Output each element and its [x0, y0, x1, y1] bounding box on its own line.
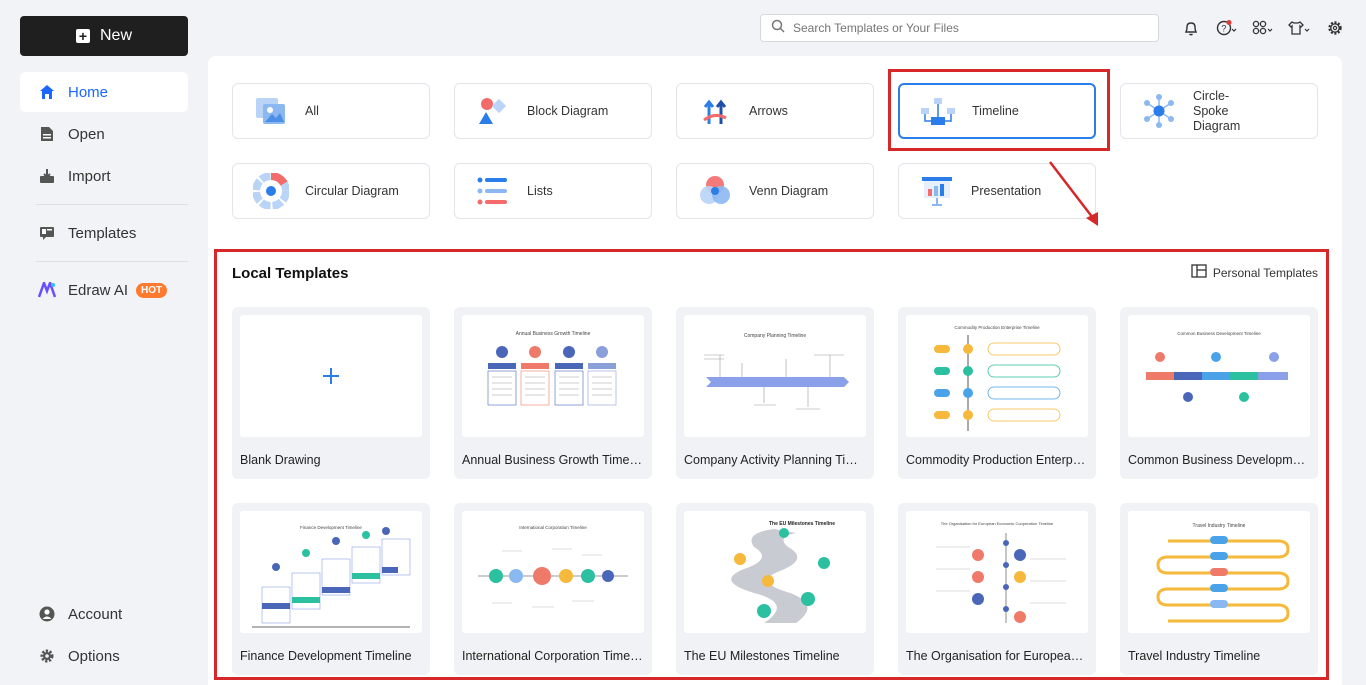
apps-icon[interactable]	[1252, 18, 1274, 38]
sidebar-item-label: Options	[68, 647, 120, 665]
search-input[interactable]	[793, 21, 1133, 35]
category-block-diagram[interactable]: Block Diagram	[454, 83, 652, 139]
svg-text:?: ?	[1221, 24, 1226, 34]
presentation-icon	[917, 171, 957, 211]
sidebar-item-options[interactable]: Options	[20, 636, 188, 676]
search-icon	[771, 19, 785, 38]
sidebar-item-label: Import	[68, 167, 111, 185]
sidebar-item-account[interactable]: Account	[20, 594, 188, 634]
category-label: Circular Diagram	[305, 183, 399, 198]
sidebar: + New Home Open Import Templates Edraw A…	[0, 0, 208, 685]
category-circle-spoke-diagram[interactable]: Circle-Spoke Diagram	[1120, 83, 1318, 139]
sidebar-item-label: Edraw AI	[68, 281, 129, 299]
annotation-arrow-icon	[1049, 161, 1098, 226]
category-label: Presentation	[971, 183, 1042, 198]
open-file-icon	[38, 125, 56, 143]
sidebar-item-label: Open	[68, 125, 105, 143]
plus-icon: +	[75, 29, 90, 43]
divider	[36, 204, 188, 205]
arrows-icon	[695, 91, 735, 131]
all-icon	[251, 91, 291, 131]
home-icon	[38, 83, 56, 101]
highlight-local-templates-box	[214, 249, 1329, 680]
venn-diagram-icon	[695, 171, 735, 211]
templates-icon	[38, 224, 56, 242]
circular-diagram-icon	[251, 171, 291, 211]
gear-icon	[38, 647, 56, 665]
divider	[36, 261, 188, 262]
bell-icon[interactable]	[1180, 18, 1202, 38]
account-icon	[38, 605, 56, 623]
category-venn-diagram[interactable]: Venn Diagram	[676, 163, 874, 219]
sidebar-item-open[interactable]: Open	[20, 114, 188, 154]
category-label: Circle-Spoke Diagram	[1193, 88, 1241, 133]
search-box[interactable]	[760, 14, 1159, 42]
category-lists[interactable]: Lists	[454, 163, 652, 219]
category-label: Block Diagram	[527, 103, 609, 118]
new-button-label: New	[99, 27, 132, 44]
help-icon[interactable]: ?	[1216, 18, 1238, 38]
sidebar-item-label: Account	[68, 605, 123, 623]
new-button[interactable]: + New	[20, 16, 188, 56]
category-all[interactable]: All	[232, 83, 430, 139]
settings-icon[interactable]	[1324, 18, 1346, 38]
block-diagram-icon	[473, 91, 513, 131]
highlight-timeline-box	[888, 69, 1110, 151]
category-label: Arrows	[749, 103, 788, 118]
circle-spoke-icon	[1139, 91, 1179, 131]
category-label: Venn Diagram	[749, 183, 829, 198]
sidebar-item-import[interactable]: Import	[20, 156, 188, 196]
sidebar-item-templates[interactable]: Templates	[20, 213, 188, 253]
edraw-ai-icon	[38, 281, 56, 299]
category-arrows[interactable]: Arrows	[676, 83, 874, 139]
category-label: Lists	[527, 183, 553, 198]
sidebar-item-home[interactable]: Home	[20, 72, 188, 112]
category-circular-diagram[interactable]: Circular Diagram	[232, 163, 430, 219]
hot-badge: HOT	[136, 282, 168, 298]
sidebar-item-edraw-ai[interactable]: Edraw AI HOT	[20, 270, 188, 310]
sidebar-item-label: Templates	[68, 224, 137, 242]
lists-icon	[473, 171, 513, 211]
import-icon	[38, 167, 56, 185]
sidebar-item-label: Home	[68, 83, 109, 101]
shirt-icon[interactable]	[1288, 18, 1310, 38]
category-label: All	[305, 103, 319, 118]
top-toolbar: ?	[1180, 18, 1346, 38]
